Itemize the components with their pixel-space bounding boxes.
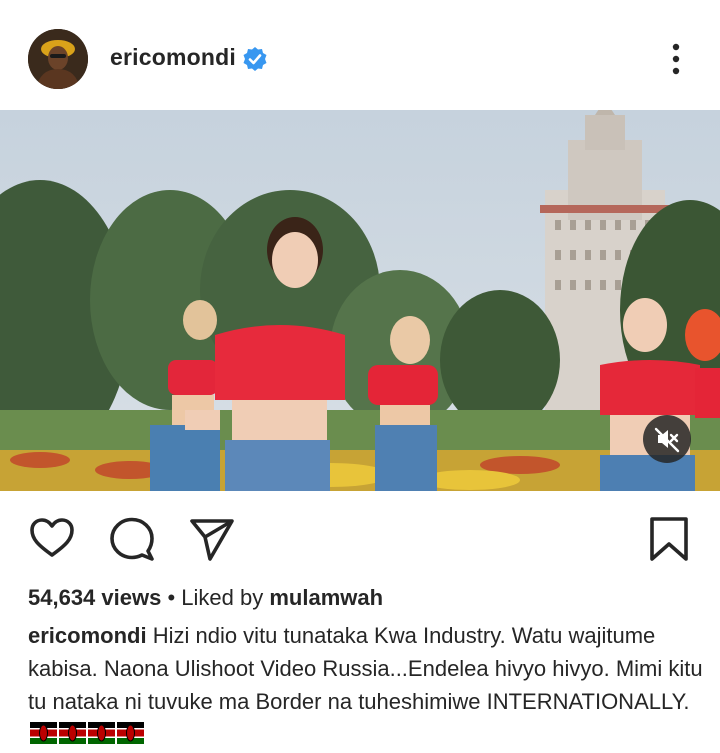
kenya-flag-icon — [88, 721, 115, 744]
post-header: ericomondi — [0, 0, 720, 110]
muted-speaker-icon — [654, 427, 680, 453]
liked-by-prefix: Liked by — [181, 585, 264, 610]
caption-username[interactable]: ericomondi — [28, 623, 147, 648]
comment-bubble-icon — [110, 517, 154, 561]
kenya-flag-emojis: 🇰🇪🇰🇪🇰🇪🇰🇪 — [30, 720, 150, 753]
kenya-flag-icon — [30, 721, 57, 744]
liked-by-user[interactable]: mulamwah — [269, 585, 383, 610]
kenya-flag-icon — [117, 721, 144, 744]
share-button[interactable] — [188, 515, 236, 563]
like-button[interactable] — [28, 515, 76, 563]
paper-plane-icon — [190, 519, 234, 561]
post-actions-bar — [0, 491, 720, 581]
separator-dot: • — [167, 585, 176, 610]
more-options-icon[interactable] — [664, 42, 688, 76]
post-video[interactable] — [0, 110, 720, 491]
comment-button[interactable] — [108, 515, 156, 563]
kenya-flag-icon — [59, 721, 86, 744]
bookmark-outline-icon — [650, 517, 688, 561]
heart-outline-icon — [30, 518, 74, 557]
view-count: 54,634 views — [28, 585, 162, 610]
post-caption: ericomondi Hizi ndio vitu tunataka Kwa I… — [28, 619, 708, 753]
post-stats: 54,634 views • Liked by mulamwah — [28, 584, 383, 612]
post-username[interactable]: ericomondi — [110, 44, 236, 71]
verified-badge-icon — [242, 46, 268, 72]
mute-toggle-button[interactable] — [643, 415, 691, 463]
save-button[interactable] — [646, 515, 694, 563]
avatar[interactable] — [28, 29, 88, 89]
